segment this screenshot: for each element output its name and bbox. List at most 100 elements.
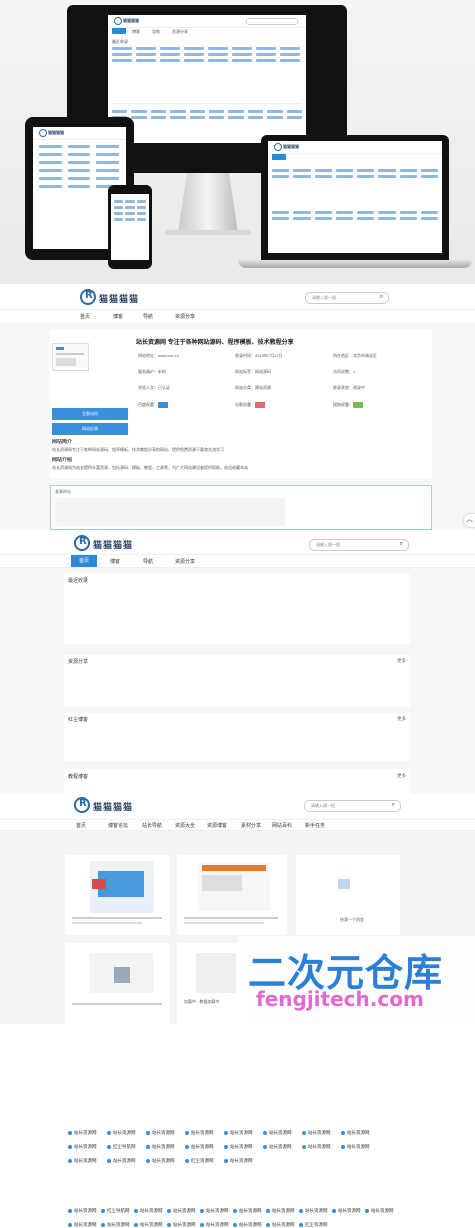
nav-share[interactable]: 资源分享	[175, 313, 195, 320]
link-item[interactable]: 站长资源网	[233, 1222, 262, 1228]
comment-box[interactable]: 发表评论	[50, 485, 432, 530]
google-rank: 谷歌权重：	[235, 402, 265, 408]
link-item[interactable]: 站长资源网	[200, 1222, 229, 1228]
link-item[interactable]: 站长资源网	[224, 1144, 253, 1150]
link-item[interactable]: 站长资源网	[224, 1130, 253, 1136]
nav-item[interactable]: 素材分享	[241, 822, 261, 829]
nav-item[interactable]: 首页	[76, 822, 86, 829]
link-item[interactable]: 站长资源网	[68, 1144, 97, 1150]
more-link[interactable]: 更多	[397, 716, 406, 722]
link-item[interactable]: 站长资源网	[134, 1208, 163, 1214]
link-item[interactable]: 站长资源网	[107, 1130, 136, 1136]
nav-blog[interactable]: 博客	[113, 313, 123, 320]
meta-ip: 服务器IP：未知	[138, 369, 166, 374]
nav-item[interactable]: 资源大全	[175, 822, 195, 829]
site-favicon-icon	[263, 1144, 267, 1149]
meta-visits: 访问次数：1	[333, 369, 356, 374]
link-item[interactable]: 站长资源网	[266, 1222, 295, 1228]
link-label: 红尘导航网	[113, 1144, 136, 1149]
link-item[interactable]: 站长资源网	[365, 1208, 394, 1214]
link-item[interactable]: 红尘导航网	[101, 1208, 130, 1214]
link-item[interactable]: 站长资源网	[101, 1222, 130, 1228]
link-item[interactable]: 站长资源网	[167, 1208, 196, 1214]
link-item[interactable]: 站长资源网	[263, 1144, 292, 1150]
site-favicon-icon	[185, 1158, 189, 1163]
link-item[interactable]: 站长资源网	[302, 1130, 331, 1136]
nav-item[interactable]: 网站百科	[272, 822, 292, 829]
scroll-top-button[interactable]: ︿	[464, 514, 475, 527]
link-label: 站长资源网	[272, 1208, 295, 1213]
nav-share[interactable]: 资源分享	[175, 558, 195, 565]
link-item[interactable]: 站长资源网	[224, 1158, 253, 1164]
nav-item[interactable]: 资源博客	[207, 822, 227, 829]
link-label: 站长资源网	[230, 1144, 253, 1149]
post-card[interactable]	[66, 855, 170, 935]
link-item[interactable]: 站长资源网	[146, 1158, 175, 1164]
link-item[interactable]: 站长资源网	[146, 1144, 175, 1150]
nav-item: 博客	[132, 29, 140, 34]
link-item[interactable]: 站长资源网	[263, 1130, 292, 1136]
comment-textarea[interactable]	[55, 498, 285, 526]
nav-home[interactable]: 首页	[71, 555, 97, 567]
feedback-button[interactable]: 网站反馈	[52, 423, 128, 435]
link-item[interactable]: 站长资源网	[68, 1222, 97, 1228]
link-item[interactable]: 站长资源网	[302, 1144, 331, 1150]
post-card[interactable]	[178, 855, 286, 935]
site-favicon-icon	[224, 1144, 228, 1149]
link-item[interactable]: 站长资源网	[341, 1144, 370, 1150]
link-item[interactable]: 站长资源网	[107, 1158, 136, 1164]
post-thumbnail	[196, 953, 236, 993]
post-thumbnail	[90, 861, 154, 913]
link-item[interactable]: 站长资源网	[341, 1130, 370, 1136]
site-favicon-icon	[101, 1222, 105, 1227]
post-thumbnail	[198, 863, 270, 911]
post-card[interactable]: 给我一个机会	[296, 855, 400, 935]
link-item[interactable]: 站长资源网	[68, 1130, 97, 1136]
link-item[interactable]: 站长资源网	[299, 1208, 328, 1214]
link-item[interactable]: 站长资源网	[185, 1144, 214, 1150]
brand-name: 猫猫猫猫	[93, 802, 134, 812]
site-favicon-icon	[68, 1208, 72, 1213]
more-link[interactable]: 更多	[397, 658, 406, 664]
link-label: 站长资源网	[173, 1208, 196, 1213]
nav-item[interactable]: 新手任务	[305, 822, 325, 829]
visit-button[interactable]: 立即访问	[52, 408, 128, 420]
search-input[interactable]: 请输入搜一搜 ⌕	[305, 292, 389, 304]
post-card[interactable]	[66, 943, 170, 1024]
more-link[interactable]: 更多	[397, 773, 406, 779]
link-item[interactable]: 红尘资源网	[185, 1158, 214, 1164]
link-item[interactable]: 站长资源网	[266, 1208, 295, 1214]
link-item[interactable]: 站长资源网	[68, 1208, 97, 1214]
recent-panel: 最近收录	[64, 574, 410, 644]
link-label: 站长资源网	[140, 1222, 163, 1227]
search-icon[interactable]: ⌕	[392, 802, 395, 809]
search-icon[interactable]: ⌕	[380, 294, 383, 301]
site-favicon-icon	[134, 1222, 138, 1227]
site-favicon-icon	[167, 1222, 171, 1227]
link-item[interactable]: 站长资源网	[233, 1208, 262, 1214]
link-item[interactable]: 站长资源网	[68, 1158, 97, 1164]
site-favicon-icon	[263, 1130, 267, 1135]
link-item[interactable]: 站长资源网	[200, 1208, 229, 1214]
search-icon[interactable]: ⌕	[400, 541, 403, 548]
link-label: 站长资源网	[74, 1158, 97, 1163]
nav-home[interactable]: 首页	[80, 313, 90, 320]
link-item[interactable]: 红尘资源网	[299, 1222, 328, 1228]
link-item[interactable]: 站长资源网	[134, 1222, 163, 1228]
link-item[interactable]: 站长资源网	[185, 1130, 214, 1136]
link-item[interactable]: 红尘导航网	[107, 1144, 136, 1150]
nav-item[interactable]: 博客论坛	[108, 822, 128, 829]
nav-item[interactable]: 站长导航	[142, 822, 162, 829]
nav-blog[interactable]: 博客	[110, 558, 120, 565]
nav-guide[interactable]: 导航	[143, 558, 153, 565]
search-input[interactable]: 请输入搜一搜 ⌕	[304, 800, 401, 812]
link-item[interactable]: 站长资源网	[146, 1130, 175, 1136]
search-input[interactable]: 请输入搜一搜 ⌕	[309, 539, 409, 551]
link-label: 站长资源网	[113, 1130, 136, 1135]
share-panel: 资源分享 更多	[64, 655, 410, 707]
link-item[interactable]: 站长资源网	[167, 1222, 196, 1228]
link-item[interactable]: 站长资源网	[332, 1208, 361, 1214]
site-favicon-icon	[101, 1208, 105, 1213]
link-label: 站长资源网	[152, 1144, 175, 1149]
nav-guide[interactable]: 导航	[143, 313, 153, 320]
